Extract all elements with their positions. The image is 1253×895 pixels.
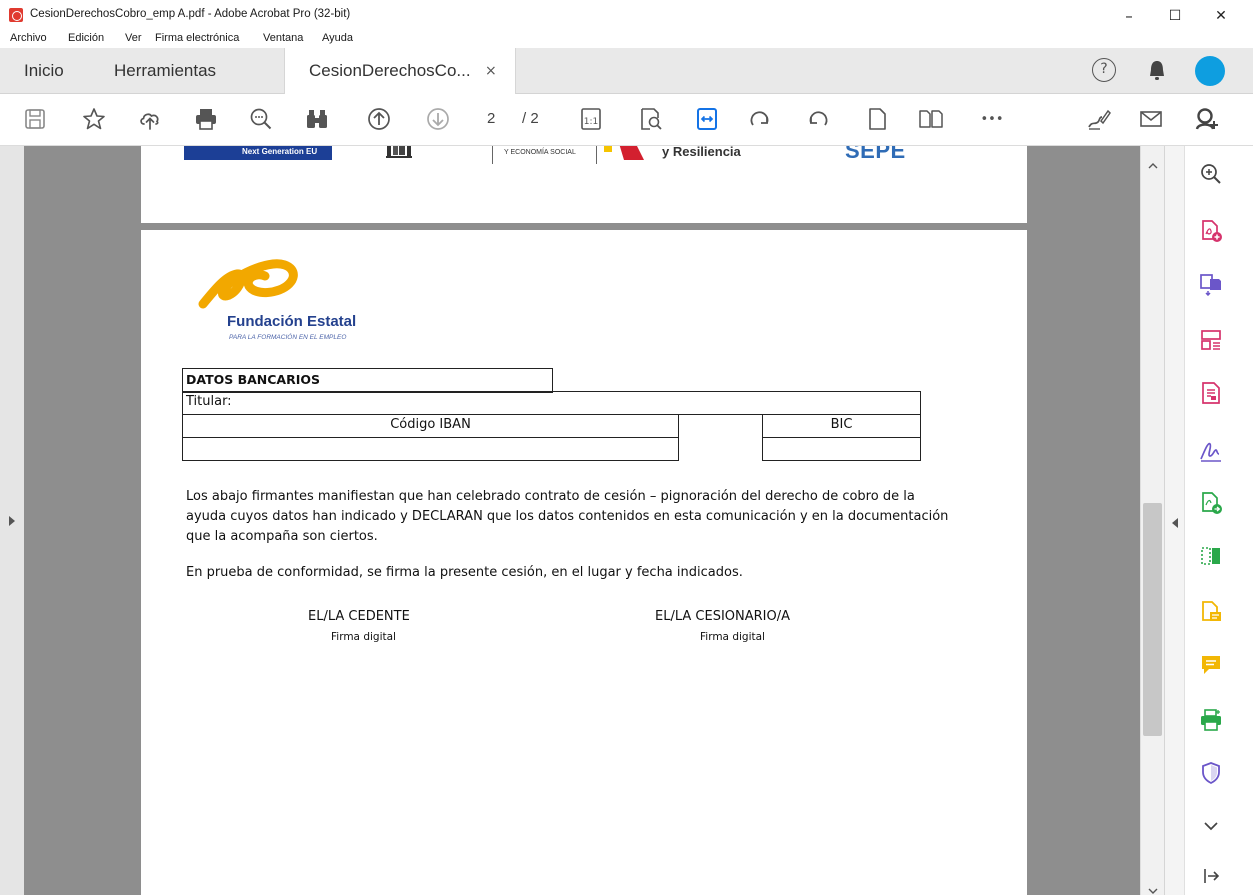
pdf-page-2: Fundación Estatal PARA LA FORMACIÓN EN E… [141, 230, 1027, 895]
menu-firma-electronica[interactable]: Firma electrónica [155, 32, 239, 44]
find-binoculars-icon[interactable] [302, 104, 332, 134]
page-total-label: / 2 [522, 110, 539, 127]
export-pdf-icon[interactable] [1197, 270, 1225, 298]
fit-page-zoom-icon[interactable] [636, 104, 666, 134]
bank-data-heading: DATOS BANCARIOS [182, 368, 553, 393]
email-envelope-icon[interactable] [1136, 104, 1166, 134]
help-icon[interactable]: ? [1092, 58, 1116, 82]
next-page-icon[interactable] [423, 104, 453, 134]
add-comment-icon[interactable] [1197, 651, 1225, 679]
organize-pages-icon[interactable] [1197, 326, 1225, 354]
collapse-tools-pane-icon[interactable] [1197, 862, 1225, 890]
collapse-right-panel-icon[interactable] [1172, 518, 1178, 528]
fundae-logo-mark [195, 254, 305, 310]
protect-shield-icon[interactable] [1197, 759, 1225, 787]
compress-scan-icon[interactable] [1197, 542, 1225, 570]
iban-value-field [182, 437, 679, 461]
more-tools-icon[interactable]: ••• [977, 104, 1007, 134]
sign-pen-icon[interactable] [1084, 104, 1114, 134]
menu-ventana[interactable]: Ventana [263, 32, 303, 44]
comment-document-icon[interactable] [1197, 598, 1225, 626]
bic-header: BIC [762, 414, 921, 438]
notifications-bell-icon[interactable] [1146, 59, 1168, 83]
cedente-signature-label: Firma digital [331, 631, 396, 643]
panel-edge [1249, 146, 1253, 895]
tab-inicio[interactable]: Inicio [24, 48, 64, 94]
print-icon[interactable] [191, 104, 221, 134]
fundacion-estatal-name: Fundación Estatal [227, 313, 357, 330]
scroll-up-icon[interactable] [1146, 156, 1160, 169]
maximize-button[interactable]: ☐ [1153, 4, 1197, 28]
toolbar: 2 / 2 1:1 ••• [0, 94, 1253, 146]
zoom-in-tool-icon[interactable] [1197, 160, 1225, 188]
send-for-review-icon[interactable] [1197, 489, 1225, 517]
edit-pdf-form-icon[interactable] [1197, 379, 1225, 407]
current-page-input[interactable]: 2 [487, 110, 495, 127]
menu-edicion[interactable]: Edición [68, 32, 104, 44]
window-title: CesionDerechosCobro_emp A.pdf - Adobe Ac… [30, 8, 351, 20]
menu-ver[interactable]: Ver [125, 32, 142, 44]
cesionario-signature-label: Firma digital [700, 631, 765, 643]
vertical-scrollbar[interactable] [1140, 146, 1164, 895]
menu-bar: Archivo Edición Ver Firma electrónica Ve… [0, 32, 1253, 48]
acrobat-app-icon [9, 8, 23, 22]
bookmark-star-icon[interactable] [79, 104, 109, 134]
acrobat-window: CesionDerechosCobro_emp A.pdf - Adobe Ac… [0, 0, 1253, 895]
save-icon[interactable] [20, 104, 50, 134]
share-add-user-icon[interactable] [1192, 104, 1222, 134]
right-panel-collapse-strip[interactable] [1165, 146, 1185, 895]
cedente-signature-title: EL/LA CEDENTE [308, 609, 410, 624]
tab-bar: Inicio Herramientas CesionDerechosCo... … [0, 48, 1253, 94]
fill-sign-icon[interactable] [1197, 436, 1225, 464]
title-bar: CesionDerechosCobro_emp A.pdf - Adobe Ac… [0, 0, 1253, 32]
minimize-button[interactable]: – [1107, 4, 1151, 28]
bic-value-field [762, 437, 921, 461]
spain-crest-logo [385, 146, 419, 158]
ministry-text: Y ECONOMÍA SOCIAL [504, 149, 576, 156]
tab-document[interactable]: CesionDerechosCo... × [284, 48, 516, 94]
left-panel-collapsed[interactable] [0, 146, 24, 895]
create-pdf-icon[interactable] [1197, 217, 1225, 245]
sepe-logo-text: SEPE [845, 146, 906, 163]
fit-width-icon[interactable] [692, 104, 722, 134]
zoom-out-icon[interactable] [246, 104, 276, 134]
rotate-counterclockwise-icon[interactable] [803, 104, 833, 134]
recovery-plan-text: y Resiliencia [662, 146, 741, 159]
conformity-paragraph: En prueba de conformidad, se firma la pr… [186, 565, 743, 580]
next-generation-text: Next Generation EU [242, 147, 318, 156]
titular-field: Titular: [182, 391, 921, 415]
two-page-view-icon[interactable] [916, 104, 946, 134]
previous-page-icon[interactable] [364, 104, 394, 134]
menu-archivo[interactable]: Archivo [10, 32, 47, 44]
pdf-page-1: Next Generation EU Y ECONOMÍA SOCIAL y R… [141, 146, 1027, 223]
single-page-view-icon[interactable] [862, 104, 892, 134]
header-divider [492, 146, 493, 164]
cloud-upload-icon[interactable] [135, 104, 165, 134]
tab-close-icon[interactable]: × [485, 48, 497, 94]
cesionario-signature-title: EL/LA CESIONARIO/A [655, 609, 791, 624]
actual-size-icon[interactable]: 1:1 [576, 104, 606, 134]
rotate-clockwise-icon[interactable] [745, 104, 775, 134]
tab-document-label: CesionDerechosCo... [309, 61, 471, 80]
declaration-paragraph: Los abajo firmantes manifiestan que han … [186, 489, 949, 544]
close-window-button[interactable]: ✕ [1199, 4, 1243, 28]
menu-ayuda[interactable]: Ayuda [322, 32, 353, 44]
scrollbar-thumb[interactable] [1143, 503, 1162, 736]
tab-herramientas[interactable]: Herramientas [114, 48, 216, 94]
print-production-icon[interactable] [1197, 706, 1225, 734]
right-tools-panel [1164, 146, 1253, 895]
more-tools-chevron-icon[interactable] [1197, 812, 1225, 840]
expand-left-panel-icon[interactable] [9, 516, 15, 526]
user-avatar[interactable] [1195, 56, 1225, 86]
eu-flag-logo [184, 146, 236, 160]
recovery-plan-logo [604, 146, 644, 160]
iban-header: Código IBAN [182, 414, 679, 438]
scroll-down-icon[interactable] [1146, 881, 1160, 894]
fundacion-estatal-subtitle: PARA LA FORMACIÓN EN EL EMPLEO [229, 334, 347, 341]
document-viewport[interactable]: Next Generation EU Y ECONOMÍA SOCIAL y R… [0, 146, 1140, 895]
svg-text:1:1: 1:1 [584, 117, 598, 127]
header-divider [596, 146, 597, 164]
